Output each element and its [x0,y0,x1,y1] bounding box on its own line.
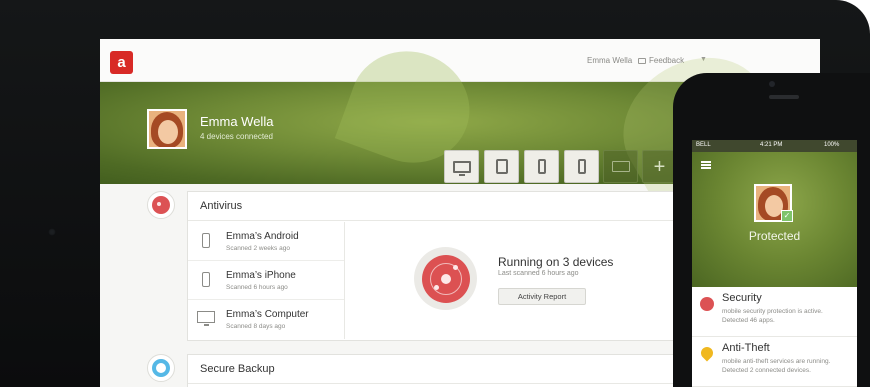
device-name: Emma’s Android [226,231,299,242]
device-laptop-button[interactable] [603,150,638,183]
security-title: Security [722,292,762,304]
phone-profile-header: ✓ Protected [692,152,857,287]
list-item[interactable]: Emma’s Computer Scanned 8 days ago [188,300,344,339]
antivirus-last-scan: Last scanned 6 hours ago [498,270,579,277]
security-status-icon [700,297,714,311]
antivirus-radar-icon [414,247,477,310]
phone-icon [202,233,210,248]
device-phone-button[interactable] [524,150,559,183]
security-description: mobile security protection is active. De… [722,308,823,324]
device-phone-button[interactable] [564,150,599,183]
antivirus-device-list: Emma’s Android Scanned 2 weeks ago Emma’… [188,222,345,339]
devices-connected-count: 4 devices connected [200,132,273,141]
phone-screen: BELL 4:21 PM 100% ✓ Protected Security m… [692,140,857,387]
device-name: Emma’s Computer [226,309,309,320]
profile-name: Emma Wella [200,114,274,129]
monitor-icon [197,311,215,326]
avatar [147,109,187,149]
phone-device: BELL 4:21 PM 100% ✓ Protected Security m… [673,73,870,387]
plus-icon: + [653,155,666,178]
tablet-camera [48,228,56,236]
phone-camera [769,81,775,87]
battery-level: 100% [824,142,840,148]
device-scan-time: Scanned 6 hours ago [226,284,288,291]
feedback-icon [638,57,646,64]
status-time: 4:21 PM [760,142,783,148]
phone-icon [577,159,586,174]
carrier-label: BELL [696,142,711,148]
menu-icon[interactable] [701,161,711,169]
anti-theft-description: mobile anti-theft services are running. … [722,358,831,374]
tablet-icon [495,159,508,174]
device-name: Emma’s iPhone [226,270,296,281]
monitor-icon [452,160,471,176]
phone-icon [537,159,546,174]
phone-status-bar: BELL 4:21 PM 100% [692,140,857,152]
laptop-icon [611,161,630,172]
avira-logo[interactable]: a [110,51,133,74]
antivirus-status-title: Running on 3 devices [498,255,614,269]
antivirus-status-icon [147,191,175,219]
location-pin-icon [698,344,716,362]
list-item[interactable]: Emma’s iPhone Scanned 6 hours ago [188,261,344,300]
device-tablet-button[interactable] [484,150,519,183]
anti-theft-title: Anti-Theft [722,342,770,354]
device-monitor-button[interactable] [444,150,479,183]
check-icon: ✓ [781,210,793,222]
security-item[interactable]: Security mobile security protection is a… [692,287,857,337]
device-scan-time: Scanned 2 weeks ago [226,245,290,252]
activity-report-button[interactable]: Activity Report [498,288,586,305]
account-name-link[interactable]: Emma Wella [587,56,632,65]
add-device-button[interactable]: + [642,150,677,183]
phone-speaker [769,95,799,99]
phone-icon [202,272,210,287]
device-scan-time: Scanned 8 days ago [226,323,286,330]
anti-theft-item[interactable]: Anti-Theft mobile anti-theft services ar… [692,337,857,387]
backup-status-icon [147,354,175,382]
protection-status: Protected [748,229,801,243]
list-item[interactable]: Emma’s Android Scanned 2 weeks ago [188,222,344,261]
